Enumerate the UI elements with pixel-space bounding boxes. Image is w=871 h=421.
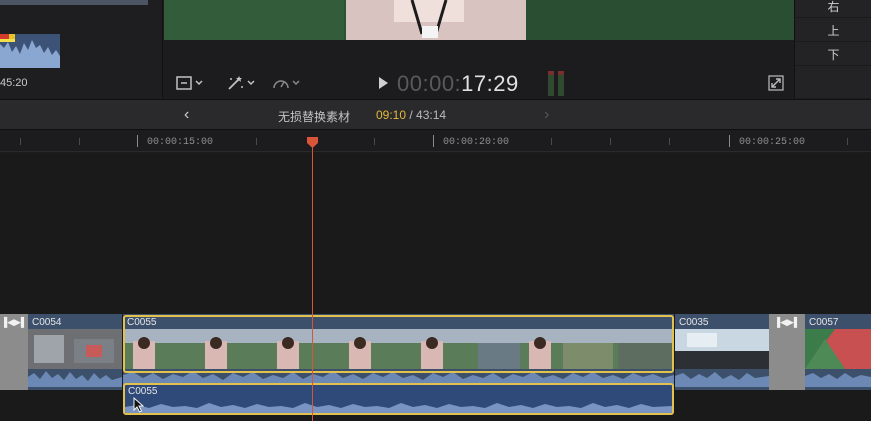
- ruler-tick: [256, 138, 257, 145]
- ruler-tick: [374, 138, 375, 145]
- viewer-frame-image: [164, 0, 794, 40]
- ruler-major-tick: [137, 135, 138, 147]
- clip-thumbnails: [28, 329, 122, 387]
- ruler-label: 00:00:15:00: [147, 137, 214, 148]
- clip-c0055[interactable]: C0055: [123, 314, 674, 390]
- direction-down-button[interactable]: 下: [795, 44, 871, 66]
- browser-header-strip: [0, 0, 148, 5]
- timecode-display: 00:00:17:29: [397, 71, 519, 97]
- retime-button[interactable]: [272, 73, 304, 93]
- audio-clip-c0055[interactable]: C0055: [123, 383, 674, 415]
- clip-thumbnails: [675, 329, 769, 387]
- ruler-tick: [847, 138, 848, 145]
- ruler-major-tick: [729, 135, 730, 147]
- direction-right-button[interactable]: 右: [795, 0, 871, 18]
- clip-thumbnails: [805, 329, 871, 387]
- project-name: 无损替换素材: [278, 110, 351, 124]
- speedometer-icon: [273, 80, 300, 89]
- transition-handle[interactable]: ▐◀▶▌: [769, 314, 805, 390]
- ruler-tick: [610, 138, 611, 145]
- enhancement-tools-button[interactable]: [226, 73, 258, 93]
- audio-meter-thumbnail: [0, 34, 60, 68]
- ruler-label: 00:00:25:00: [739, 137, 806, 148]
- browser-timecode: 45:20: [0, 77, 28, 89]
- position-current: 09:10: [376, 108, 407, 122]
- audio-waveform: [125, 403, 672, 413]
- timecode-current: 17:29: [461, 71, 519, 96]
- layout-icon: [176, 76, 203, 90]
- clip-c0057[interactable]: C0057: [805, 314, 871, 390]
- transition-icon: ▐◀▶▌: [0, 317, 28, 327]
- timeline-ruler[interactable]: 00:00:15:00 00:00:20:00 00:00:25:00: [0, 131, 871, 152]
- transition-icon: ▐◀▶▌: [773, 317, 801, 327]
- ruler-tick: [20, 138, 21, 145]
- fullscreen-icon[interactable]: [768, 75, 784, 91]
- viewer-canvas[interactable]: [164, 0, 794, 40]
- view-options-button[interactable]: [176, 73, 206, 93]
- ruler-tick: [669, 138, 670, 145]
- play-icon[interactable]: [379, 77, 388, 89]
- position-total: / 43:14: [406, 108, 447, 122]
- clip-c0054[interactable]: C0054: [28, 314, 122, 390]
- inspector-panel: 右 上 下: [794, 0, 871, 98]
- ruler-tick: [551, 138, 552, 145]
- playhead-handle[interactable]: [306, 137, 319, 149]
- viewer-controls: 00:00:17:29: [164, 68, 794, 98]
- clip-label: C0055: [127, 317, 157, 328]
- clip-thumbnails: [123, 329, 674, 387]
- playhead-line[interactable]: [312, 137, 313, 421]
- audio-level-right: [558, 71, 564, 96]
- ruler-major-tick: [433, 135, 434, 147]
- timecode-leading: 00:00:: [397, 71, 462, 96]
- audio-clip-label: C0055: [128, 386, 158, 397]
- timeline-header: ‹ 无损替换素材 09:10 / 43:14 ›: [0, 99, 871, 130]
- project-position: 09:10 / 43:14: [376, 108, 446, 122]
- clip-label: C0054: [32, 317, 62, 328]
- clip-c0035[interactable]: C0035: [675, 314, 769, 390]
- ruler-label: 00:00:20:00: [443, 137, 510, 148]
- magic-wand-icon: [228, 76, 255, 90]
- ruler-tick: [79, 138, 80, 145]
- clip-label: C0057: [809, 317, 839, 328]
- transition-handle[interactable]: ▐◀▶▌: [0, 314, 28, 390]
- mouse-cursor-icon: [133, 397, 145, 413]
- browser-panel: 45:20: [0, 0, 163, 98]
- direction-up-button[interactable]: 上: [795, 20, 871, 42]
- timeline-forward-button[interactable]: ›: [544, 106, 549, 124]
- timeline-back-button[interactable]: ‹: [184, 106, 189, 124]
- clip-label: C0035: [679, 317, 709, 328]
- audio-level-left: [548, 71, 554, 96]
